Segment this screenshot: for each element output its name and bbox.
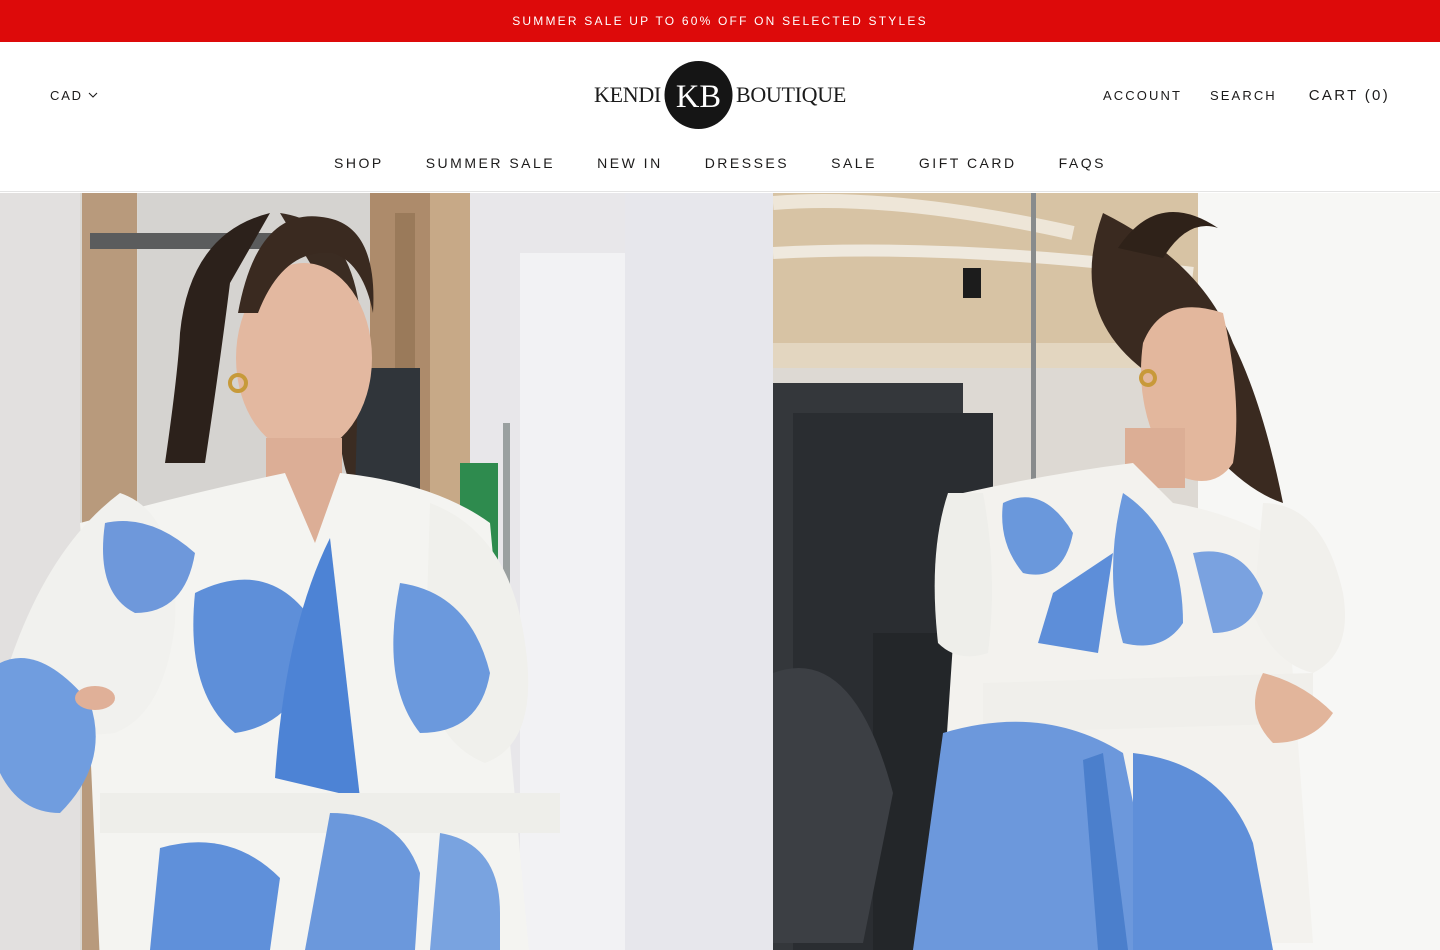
account-link[interactable]: ACCOUNT xyxy=(1103,88,1182,103)
announcement-bar: SUMMER SALE UP TO 60% OFF ON SELECTED ST… xyxy=(0,0,1440,42)
logo-left-text: KENDI xyxy=(594,82,661,107)
main-navigation: SHOP SUMMER SALE NEW IN DRESSES SALE GIF… xyxy=(0,152,1440,174)
logo-monogram-text: KB xyxy=(676,79,721,115)
logo-right-text: BOUTIQUE xyxy=(735,82,846,107)
cart-link[interactable]: CART (0) xyxy=(1309,87,1390,104)
nav-item-dresses[interactable]: DRESSES xyxy=(705,155,789,171)
site-logo[interactable]: KENDI KB BOUTIQUE xyxy=(594,59,846,131)
product-gallery xyxy=(0,193,1440,950)
nav-item-sale[interactable]: SALE xyxy=(831,155,877,171)
nav-item-shop[interactable]: SHOP xyxy=(334,155,384,171)
search-link[interactable]: SEARCH xyxy=(1210,88,1277,103)
site-header: CAD KENDI KB BOUTIQUE ACCOUNT SEARCH CAR… xyxy=(0,42,1440,192)
header-links: ACCOUNT SEARCH CART (0) xyxy=(1103,86,1390,104)
nav-item-summer-sale[interactable]: SUMMER SALE xyxy=(426,155,555,171)
nav-item-new-in[interactable]: NEW IN xyxy=(597,155,663,171)
nav-item-gift-card[interactable]: GIFT CARD xyxy=(919,155,1017,171)
gallery-gap xyxy=(625,193,773,950)
product-image-front[interactable] xyxy=(0,193,625,950)
logo-monogram-icon: KB xyxy=(664,60,733,130)
currency-selector[interactable]: CAD xyxy=(50,86,98,104)
currency-label: CAD xyxy=(50,87,83,103)
chevron-down-icon xyxy=(88,92,98,98)
announcement-text: SUMMER SALE UP TO 60% OFF ON SELECTED ST… xyxy=(512,14,928,28)
product-image-side[interactable] xyxy=(773,193,1440,950)
nav-item-faqs[interactable]: FAQS xyxy=(1059,155,1106,171)
